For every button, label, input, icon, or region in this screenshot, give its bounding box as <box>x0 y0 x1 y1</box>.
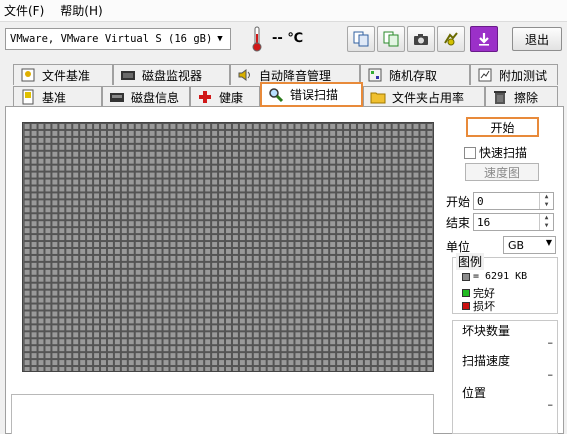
options-icon <box>444 32 458 46</box>
extra-tests-icon <box>478 68 492 82</box>
disk-info-icon <box>110 93 124 102</box>
thermometer-icon <box>252 26 262 52</box>
copy-info-button[interactable] <box>347 26 375 52</box>
tab-label: 磁盘信息 <box>131 90 180 105</box>
scan-speed-label: 扫描速度 <box>462 354 511 368</box>
camera-icon <box>414 34 428 45</box>
benchmark-icon <box>22 89 34 105</box>
legend-block-size: = 6291 KB <box>462 271 527 282</box>
spinner-arrows-icon[interactable]: ▲ ▼ <box>539 214 553 230</box>
tab-label: 健康 <box>219 90 244 105</box>
menu-bar: 文件(F) 帮助(H) <box>0 0 567 22</box>
tab-label: 擦除 <box>514 90 539 105</box>
tab-benchmark[interactable]: 基准 <box>13 86 102 107</box>
end-position-value: 16 <box>477 215 491 229</box>
screenshot-button[interactable] <box>407 26 435 52</box>
tab-label: 错误扫描 <box>290 88 339 102</box>
unit-select[interactable]: GB ▼ <box>503 236 556 254</box>
disk-monitor-icon <box>121 71 135 80</box>
tab-disk-info[interactable]: 磁盘信息 <box>102 86 190 107</box>
options-button[interactable] <box>437 26 465 52</box>
file-benchmark-icon <box>21 68 35 82</box>
unit-value: GB <box>508 238 525 252</box>
legend-block-size-text: = 6291 KB <box>473 271 528 282</box>
chevron-down-icon: ▼ <box>545 238 552 247</box>
tab-label: 文件基准 <box>42 68 91 83</box>
download-button[interactable] <box>470 26 498 52</box>
tab-label: 自动降音管理 <box>259 68 332 83</box>
magnifier-icon <box>269 87 284 102</box>
scan-log <box>11 394 434 434</box>
quick-scan-label: 快速扫描 <box>479 146 528 160</box>
copy-icon <box>353 31 369 47</box>
copy-report-icon <box>383 31 399 47</box>
spinner-arrows-icon[interactable]: ▲ ▼ <box>539 193 553 209</box>
menu-help[interactable]: 帮助(H) <box>60 2 102 19</box>
tab-error-scan[interactable]: 错误扫描 <box>260 82 363 107</box>
position-label: 位置 <box>462 386 487 400</box>
legend-title: 图例 <box>456 253 485 270</box>
scan-block-grid <box>22 122 434 372</box>
chevron-down-icon: ▼ <box>217 34 223 44</box>
exit-button[interactable]: 退出 <box>512 27 562 51</box>
copy-report-button[interactable] <box>377 26 405 52</box>
drive-select-value: VMware, VMware Virtual S (16 gB) <box>10 33 213 45</box>
block-swatch <box>462 272 470 281</box>
start-field-label: 开始 <box>446 195 471 209</box>
tab-erase[interactable]: 擦除 <box>485 86 558 107</box>
quick-scan-checkbox[interactable]: 快速扫描 <box>464 144 527 161</box>
position-value: – <box>547 398 554 411</box>
tab-label: 基准 <box>42 90 67 105</box>
tab-label: 附加测试 <box>499 68 548 83</box>
folder-icon <box>370 92 386 104</box>
temperature-readout: -- ℃ <box>272 31 304 46</box>
toolbar: VMware, VMware Virtual S (16 gB) ▼ -- ℃ … <box>0 22 567 58</box>
checkbox-box[interactable] <box>464 146 476 159</box>
tab-health[interactable]: 健康 <box>190 86 260 107</box>
start-position-value: 0 <box>477 194 484 208</box>
random-access-icon <box>368 68 382 82</box>
speaker-icon <box>238 69 250 81</box>
ok-swatch <box>462 289 470 297</box>
bad-blocks-value: – <box>547 336 554 349</box>
download-icon <box>479 33 489 46</box>
trash-icon <box>494 91 506 104</box>
tab-file-benchmark[interactable]: 文件基准 <box>13 64 113 85</box>
bad-blocks-label: 坏块数量 <box>462 324 511 338</box>
tab-disk-monitor[interactable]: 磁盘监视器 <box>113 64 230 85</box>
menu-file[interactable]: 文件(F) <box>4 2 44 19</box>
start-scan-button[interactable]: 开始 <box>466 117 539 137</box>
end-field-label: 结束 <box>446 216 471 230</box>
speed-map-button[interactable]: 速度图 <box>465 163 539 181</box>
tab-random-access[interactable]: 随机存取 <box>360 64 470 85</box>
tab-label: 磁盘监视器 <box>142 68 203 83</box>
start-position-input[interactable]: 0 ▲ ▼ <box>473 192 554 210</box>
health-cross-icon <box>199 91 211 103</box>
damaged-swatch <box>462 302 470 310</box>
tab-label: 文件夹占用率 <box>392 90 465 105</box>
tab-extra-tests[interactable]: 附加测试 <box>470 64 558 85</box>
scan-speed-value: – <box>547 368 554 381</box>
end-position-input[interactable]: 16 ▲ ▼ <box>473 213 554 231</box>
tab-label: 随机存取 <box>389 68 438 83</box>
legend-damaged-text: 损坏 <box>473 300 495 313</box>
legend-damaged: 损坏 <box>462 298 495 314</box>
drive-select[interactable]: VMware, VMware Virtual S (16 gB) ▼ <box>5 28 231 50</box>
tab-folder-usage[interactable]: 文件夹占用率 <box>363 86 485 107</box>
